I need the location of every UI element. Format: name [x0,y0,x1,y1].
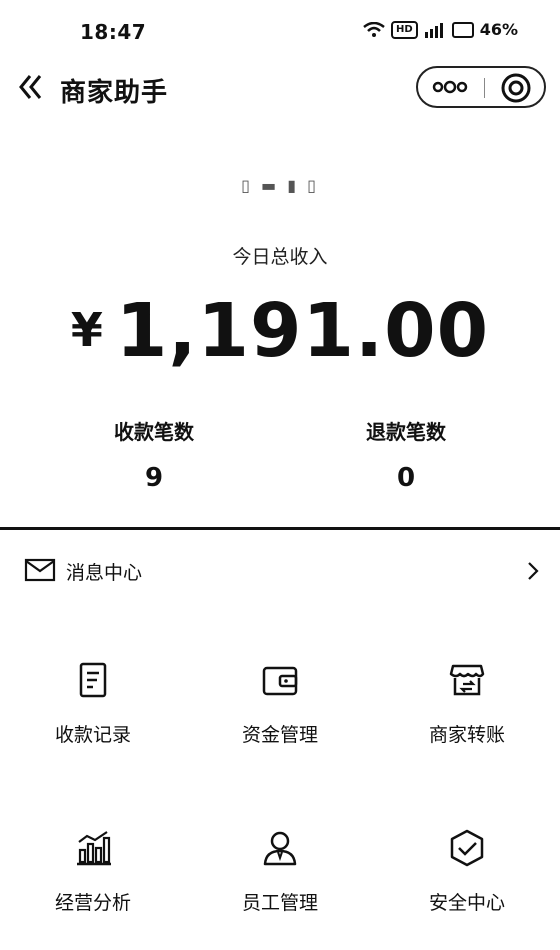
section-divider [0,527,560,530]
currency-symbol: ¥ [70,303,104,357]
menu-payment-records[interactable]: 收款记录 [0,640,186,770]
today-income-amount: ¥1,191.00 [0,288,560,374]
income-summary: ▯ ▬ ▮ ▯ 今日总收入 ¥1,191.00 收款笔数 9 退款笔数 0 [0,150,560,528]
nav-bar: 商家助手 [0,64,560,114]
income-value: 1,191.00 [115,288,490,374]
menu-fund-management[interactable]: 资金管理 [187,640,373,770]
chevron-right-icon [528,562,539,580]
message-center-label: 消息中心 [66,562,143,584]
wallet-icon [262,666,298,696]
menu-label: 资金管理 [241,724,318,746]
hd-icon: HD [391,20,418,39]
menu-label: 收款记录 [54,724,131,746]
menu-business-analysis[interactable]: 经营分析 [0,808,186,938]
more-dots-icon[interactable] [430,77,470,97]
payments-count-label: 收款笔数 [114,420,194,444]
store-transfer-icon [449,664,485,696]
wifi-icon [363,21,385,37]
refunds-count-value: 0 [396,463,416,493]
status-time: 18:47 [80,20,147,44]
payments-stat[interactable]: 收款笔数 9 [54,416,254,493]
today-income-label: 今日总收入 [232,246,328,268]
target-circle-icon[interactable] [500,72,532,104]
capsule-divider [484,78,485,98]
staff-icon [263,831,297,866]
menu-label: 安全中心 [428,892,505,914]
status-icons: HD 46% [363,20,518,39]
refunds-stat[interactable]: 退款笔数 0 [306,416,506,493]
receipt-icon [79,662,107,698]
menu-staff-management[interactable]: 员工管理 [187,808,373,938]
shield-check-icon [450,829,484,867]
merchant-assistant-page: 18:47 HD 46% 商家助手 ▯ ▬ ▮ ▯ 今日总收入 ¥ 1,191.… [0,0,560,950]
signal-icon [424,22,443,38]
double-chevron-left-icon[interactable] [16,70,48,104]
menu-label: 员工管理 [241,892,318,914]
shop-name: ▯ ▬ ▮ ▯ [241,176,319,195]
page-title: 商家助手 [60,78,169,108]
refunds-count-label: 退款笔数 [366,420,446,444]
bar-chart-icon [77,831,111,866]
payments-count-value: 9 [144,463,164,493]
envelope-icon [24,558,56,582]
function-grid: 收款记录 资金管理 商家转账 经营分析 员工管理 安全中心 [0,640,560,940]
menu-label: 经营分析 [54,892,131,914]
menu-label: 商家转账 [428,724,505,746]
battery-icon [451,21,474,38]
menu-security-center[interactable]: 安全中心 [374,808,560,938]
message-center-row[interactable]: 消息中心 [0,548,560,594]
menu-merchant-transfer[interactable]: 商家转账 [374,640,560,770]
battery-percent: 46% [479,20,518,39]
status-bar: 18:47 HD 46% [0,18,560,48]
mini-program-capsule [416,66,546,108]
